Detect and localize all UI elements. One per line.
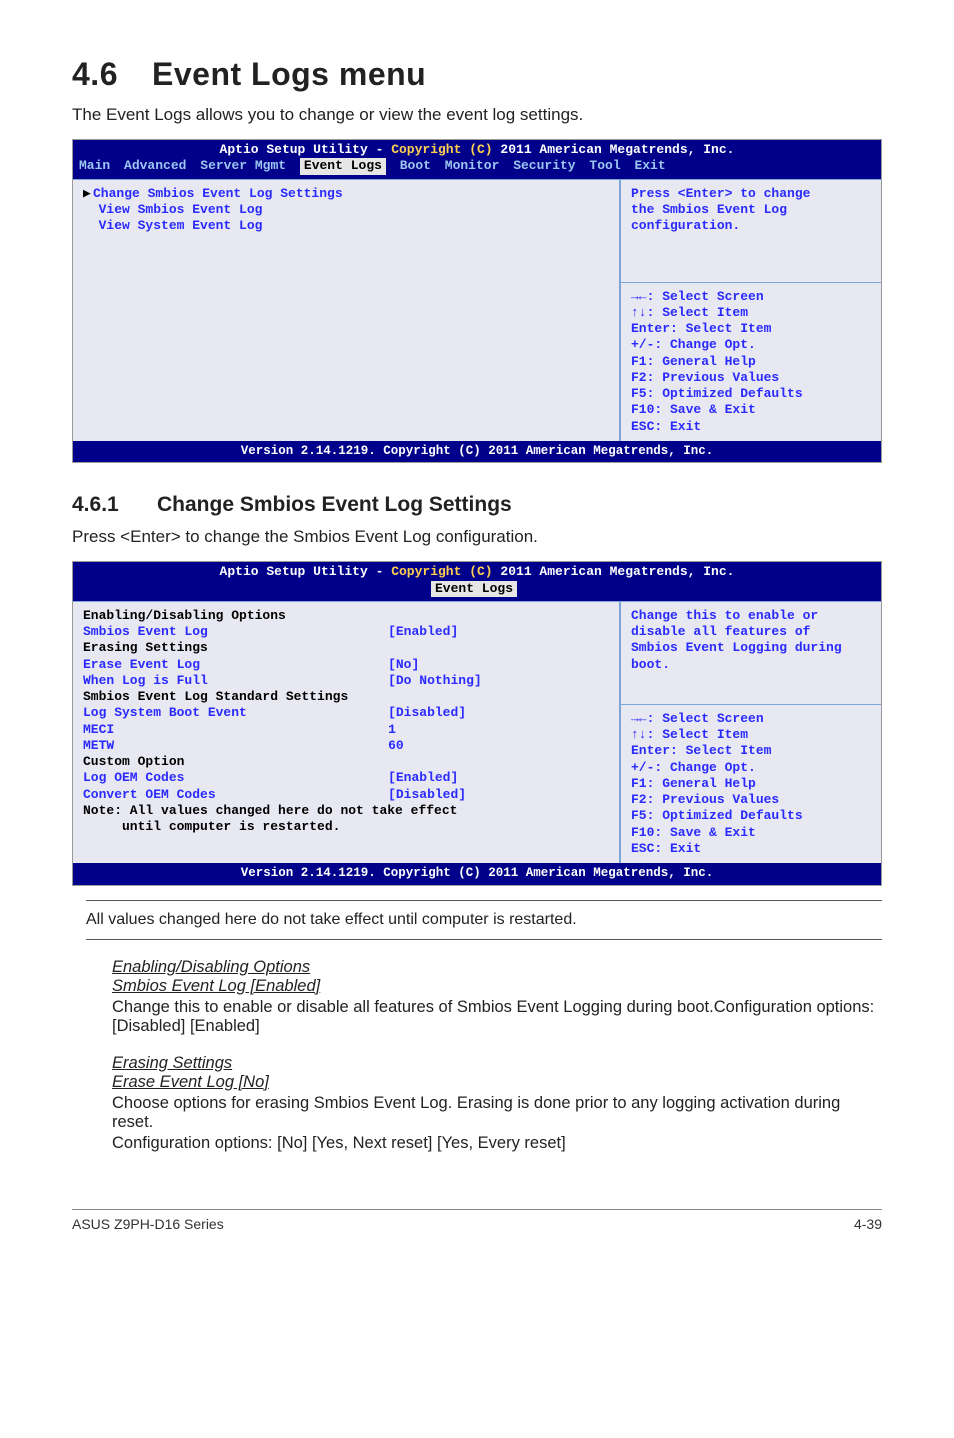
footer-left: ASUS Z9PH-D16 Series	[72, 1216, 224, 1232]
tab-server-mgmt[interactable]: Server Mgmt	[200, 158, 286, 174]
bios-title: Aptio Setup Utility - Copyright (C) 2011…	[73, 140, 881, 158]
group-standard-settings: Smbios Event Log Standard Settings	[83, 689, 388, 705]
subsection-title-text: Change Smbios Event Log Settings	[157, 493, 512, 516]
note-block: All values changed here do not take effe…	[72, 900, 882, 940]
opt-convert-oem-codes[interactable]: Convert OEM Codes[Disabled]	[83, 787, 609, 803]
bios-tabbar: Event Logs	[73, 581, 881, 601]
note-text: All values changed here do not take effe…	[86, 900, 882, 940]
bios-tabbar: Main Advanced Server Mgmt Event Logs Boo…	[73, 158, 881, 178]
group-custom-option: Custom Option	[83, 754, 388, 770]
opt-heading-enabling: Enabling/Disabling Options	[112, 958, 882, 977]
bios-left-pane: Enabling/Disabling Options Smbios Event …	[73, 602, 621, 863]
tab-boot[interactable]: Boot	[400, 158, 431, 174]
section-intro: The Event Logs allows you to change or v…	[72, 105, 882, 125]
menu-item-view-system-log[interactable]: View System Event Log	[83, 218, 609, 234]
opt-heading-smbios-event-log: Smbios Event Log [Enabled]	[112, 977, 882, 996]
option-group-enabling: Enabling/Disabling Options Smbios Event …	[72, 958, 882, 1036]
tab-security[interactable]: Security	[513, 158, 575, 174]
bios-footer: Version 2.14.1219. Copyright (C) 2011 Am…	[73, 441, 881, 463]
menu-item-change-smbios[interactable]: ▶Change Smbios Event Log Settings	[83, 186, 609, 202]
bios-help-pane: Press <Enter> to change the Smbios Event…	[621, 180, 881, 441]
opt-log-oem-codes[interactable]: Log OEM Codes[Enabled]	[83, 770, 609, 786]
bios-left-pane: ▶Change Smbios Event Log Settings View S…	[73, 180, 621, 441]
section-title-text: Event Logs menu	[152, 56, 426, 92]
pointer-icon: ▶	[83, 186, 93, 202]
note-line-1: Note: All values changed here do not tak…	[83, 803, 457, 819]
tab-exit[interactable]: Exit	[634, 158, 665, 174]
bios-screen-smbios-settings: Aptio Setup Utility - Copyright (C) 2011…	[72, 561, 882, 885]
bios-footer: Version 2.14.1219. Copyright (C) 2011 Am…	[73, 863, 881, 885]
nav-hints: →←: Select Screen ↑↓: Select Item Enter:…	[631, 289, 871, 435]
group-erasing-settings: Erasing Settings	[83, 640, 388, 656]
opt-desc-smbios: Change this to enable or disable all fea…	[112, 998, 882, 1036]
opt-heading-erasing: Erasing Settings	[112, 1054, 882, 1073]
opt-erase-event-log[interactable]: Erase Event Log[No]	[83, 657, 609, 673]
menu-item-view-smbios-log[interactable]: View Smbios Event Log	[83, 202, 609, 218]
opt-desc-erase-1: Choose options for erasing Smbios Event …	[112, 1094, 882, 1132]
bios-screen-event-logs: Aptio Setup Utility - Copyright (C) 2011…	[72, 139, 882, 463]
tab-event-logs[interactable]: Event Logs	[300, 158, 386, 174]
tab-advanced[interactable]: Advanced	[124, 158, 186, 174]
subsection-number: 4.6.1	[72, 493, 157, 517]
tab-tool[interactable]: Tool	[589, 158, 620, 174]
note-line-2: until computer is restarted.	[83, 819, 388, 835]
opt-smbios-event-log[interactable]: Smbios Event Log[Enabled]	[83, 624, 609, 640]
footer-page-number: 4-39	[854, 1216, 882, 1232]
opt-log-system-boot[interactable]: Log System Boot Event[Disabled]	[83, 705, 609, 721]
opt-heading-erase-event-log: Erase Event Log [No]	[112, 1073, 882, 1092]
group-enabling-disabling: Enabling/Disabling Options	[83, 608, 388, 624]
opt-meci[interactable]: MECI1	[83, 722, 609, 738]
bios-help-pane: Change this to enable or disable all fea…	[621, 602, 881, 863]
subsection-intro: Press <Enter> to change the Smbios Event…	[72, 527, 882, 547]
section-number: 4.6	[72, 56, 152, 93]
tab-main[interactable]: Main	[79, 158, 110, 174]
tab-monitor[interactable]: Monitor	[445, 158, 500, 174]
opt-desc-erase-2: Configuration options: [No] [Yes, Next r…	[112, 1134, 882, 1153]
section-heading: 4.6Event Logs menu	[72, 56, 882, 93]
subsection-heading: 4.6.1Change Smbios Event Log Settings	[72, 493, 882, 517]
tab-event-logs[interactable]: Event Logs	[431, 581, 517, 597]
option-group-erasing: Erasing Settings Erase Event Log [No] Ch…	[72, 1054, 882, 1153]
opt-metw[interactable]: METW60	[83, 738, 609, 754]
opt-when-log-full[interactable]: When Log is Full[Do Nothing]	[83, 673, 609, 689]
page-footer: ASUS Z9PH-D16 Series 4-39	[72, 1209, 882, 1232]
nav-hints: →←: Select Screen ↑↓: Select Item Enter:…	[631, 711, 871, 857]
bios-title: Aptio Setup Utility - Copyright (C) 2011…	[73, 562, 881, 580]
